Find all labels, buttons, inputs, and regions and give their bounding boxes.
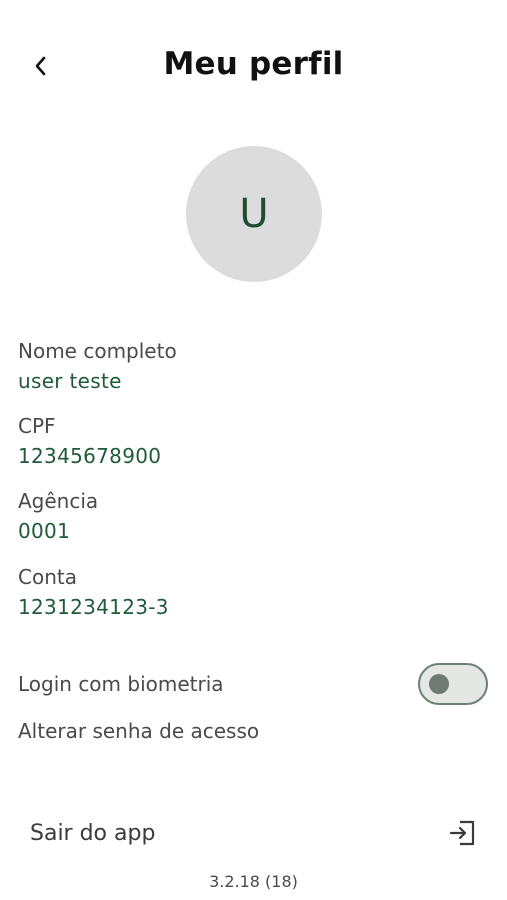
biometric-toggle[interactable] — [418, 663, 488, 705]
logout-button[interactable]: Sair do app — [30, 812, 478, 854]
field-agencia: Agência 0001 — [18, 488, 488, 545]
header: Meu perfil — [0, 0, 507, 130]
logout-label: Sair do app — [30, 820, 156, 846]
field-value: 12345678900 — [18, 444, 162, 468]
biometric-label: Login com biometria — [18, 672, 224, 696]
toggle-knob — [429, 674, 449, 694]
field-value: user teste — [18, 369, 122, 393]
app-version: 3.2.18 (18) — [209, 872, 298, 891]
change-password-label: Alterar senha de acesso — [18, 719, 260, 743]
field-nome-completo: Nome completo user teste — [18, 338, 488, 395]
field-label: Nome completo — [18, 339, 177, 363]
field-value: 0001 — [18, 519, 71, 543]
page-title: Meu perfil — [163, 46, 344, 82]
avatar-initial: U — [239, 191, 269, 237]
field-label: Agência — [18, 489, 99, 513]
field-conta: Conta 1231234123-3 — [18, 564, 488, 621]
logout-icon — [449, 820, 475, 846]
biometric-row: Login com biometria — [18, 661, 488, 707]
change-password-row[interactable]: Alterar senha de acesso — [18, 716, 488, 746]
field-cpf: CPF 12345678900 — [18, 413, 488, 470]
field-label: Conta — [18, 565, 77, 589]
field-label: CPF — [18, 414, 56, 438]
field-value: 1231234123-3 — [18, 595, 169, 619]
avatar: U — [186, 146, 322, 282]
